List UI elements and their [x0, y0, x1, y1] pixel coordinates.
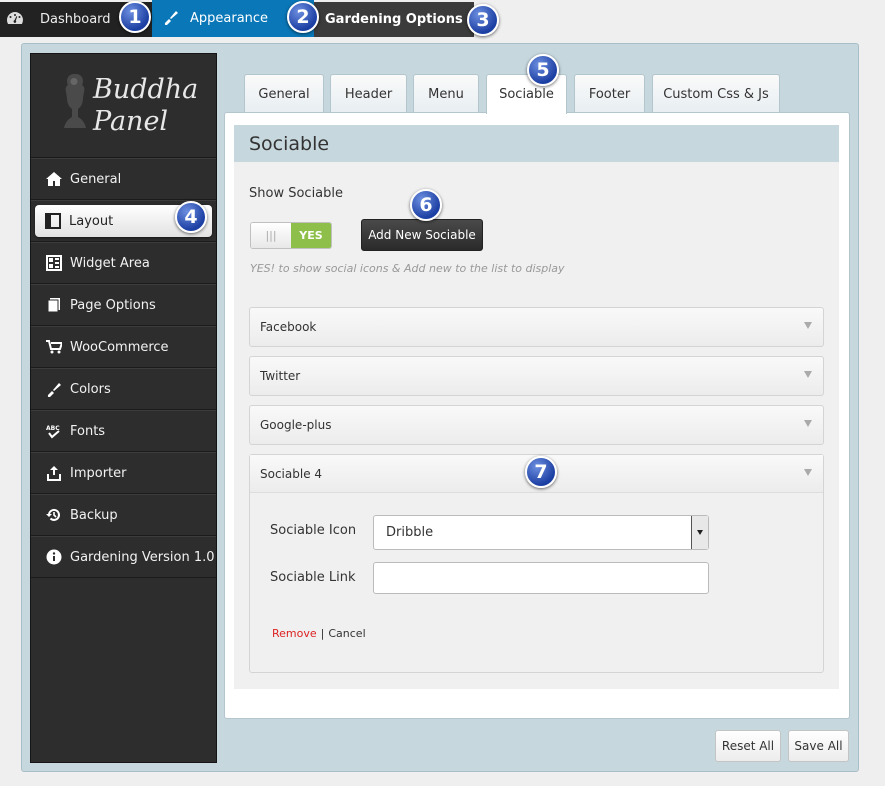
- sociable-hint: YES! to show social icons & Add new to t…: [250, 262, 565, 275]
- dashboard-label: Dashboard: [40, 12, 111, 27]
- accordion-twitter[interactable]: Twitter: [249, 356, 824, 396]
- sidebar-item-woocommerce[interactable]: WooCommerce: [31, 326, 216, 368]
- sidebar-item-colors[interactable]: Colors: [31, 368, 216, 410]
- sidebar-item-label: Importer: [70, 465, 127, 481]
- layout-icon: [45, 213, 61, 229]
- brush-icon: [162, 9, 180, 29]
- callout-badge: 1: [119, 1, 151, 33]
- sidebar-item-label: Gardening Version 1.0: [70, 549, 215, 565]
- sidebar-item-label: Colors: [70, 381, 111, 397]
- chevron-down-icon: [804, 469, 812, 476]
- logo-line-2: Panel: [93, 106, 169, 137]
- callout-badge: 6: [410, 189, 442, 221]
- tab-menu[interactable]: Menu: [413, 74, 479, 113]
- sociable-icon-select[interactable]: Dribble: [373, 515, 709, 550]
- sidebar-item-label: Backup: [70, 507, 118, 523]
- sidebar-item-fonts[interactable]: ABC Fonts: [31, 410, 216, 452]
- sidebar-item-label: Layout: [69, 213, 114, 229]
- widget-icon: [46, 255, 62, 271]
- sidebar-item-label: Widget Area: [70, 255, 150, 271]
- history-icon: [46, 507, 62, 523]
- callout-badge: 2: [287, 1, 319, 33]
- sidebar-item-version[interactable]: Gardening Version 1.0: [31, 536, 216, 578]
- show-sociable-toggle[interactable]: ||| YES: [250, 222, 332, 249]
- dashboard-icon: [6, 10, 24, 30]
- save-all-button[interactable]: Save All: [788, 730, 849, 762]
- appearance-label: Appearance: [190, 11, 269, 26]
- tab-custom-css-js[interactable]: Custom Css & Js: [652, 74, 780, 113]
- sidebar-item-label: General: [70, 171, 122, 187]
- sociable-icon-label: Sociable Icon: [270, 523, 357, 538]
- accordion-label: Google-plus: [260, 418, 332, 432]
- callout-badge: 3: [467, 4, 499, 36]
- info-icon: [46, 549, 62, 565]
- add-new-sociable-button[interactable]: Add New Sociable: [361, 219, 483, 251]
- sidebar-item-importer[interactable]: Importer: [31, 452, 216, 494]
- fonts-icon: ABC: [46, 423, 62, 439]
- toggle-yes: YES: [291, 223, 331, 248]
- cart-icon: [46, 339, 62, 355]
- pages-icon: [46, 297, 62, 313]
- sidebar-item-widget-area[interactable]: Widget Area: [31, 242, 216, 284]
- toggle-knob: |||: [251, 223, 291, 248]
- dropdown-arrow-icon: [691, 516, 708, 549]
- cancel-link[interactable]: Cancel: [328, 627, 365, 640]
- section-title: Sociable: [234, 125, 839, 162]
- gardening-options-menu-item[interactable]: Gardening Options: [314, 2, 474, 37]
- callout-badge: 5: [527, 54, 559, 86]
- sociable-link-label: Sociable Link: [270, 570, 356, 585]
- accordion-actions: Remove | Cancel: [272, 627, 366, 640]
- gardening-options-label: Gardening Options: [325, 12, 463, 27]
- sidebar-item-label: WooCommerce: [70, 339, 169, 355]
- accordion-label: Twitter: [260, 369, 301, 383]
- buddha-panel-logo: Buddha Panel: [31, 54, 216, 158]
- accordion-label: Facebook: [260, 320, 317, 334]
- sidebar: Buddha Panel General Layout Widget Area …: [30, 53, 217, 763]
- tab-header[interactable]: Header: [330, 74, 407, 113]
- accordion-google-plus[interactable]: Google-plus: [249, 405, 824, 445]
- upload-icon: [46, 465, 62, 481]
- sociable-link-input[interactable]: [373, 562, 709, 594]
- chevron-down-icon: [804, 322, 812, 329]
- sidebar-item-backup[interactable]: Backup: [31, 494, 216, 536]
- sidebar-item-label: Page Options: [70, 297, 156, 313]
- home-icon: [46, 171, 62, 187]
- tab-footer[interactable]: Footer: [574, 74, 645, 113]
- tab-general[interactable]: General: [244, 74, 324, 113]
- buddha-head-icon: [64, 74, 86, 128]
- callout-badge: 4: [175, 201, 207, 233]
- sidebar-item-label: Fonts: [70, 423, 106, 439]
- callout-badge: 7: [525, 456, 557, 488]
- separator: |: [320, 627, 325, 640]
- sidebar-item-general[interactable]: General: [31, 158, 216, 200]
- brush-icon: [46, 381, 62, 397]
- show-sociable-label: Show Sociable: [249, 186, 344, 201]
- chevron-down-icon: [804, 420, 812, 427]
- chevron-down-icon: [804, 371, 812, 378]
- accordion-label: Sociable 4: [260, 466, 323, 481]
- admin-bar: Dashboard Appearance Gardening Options: [0, 0, 500, 37]
- logo-line-1: Buddha: [93, 74, 199, 105]
- remove-link[interactable]: Remove: [272, 627, 317, 640]
- accordion-facebook[interactable]: Facebook: [249, 307, 824, 347]
- sidebar-item-page-options[interactable]: Page Options: [31, 284, 216, 326]
- reset-all-button[interactable]: Reset All: [715, 730, 781, 762]
- sociable-icon-value: Dribble: [386, 525, 434, 540]
